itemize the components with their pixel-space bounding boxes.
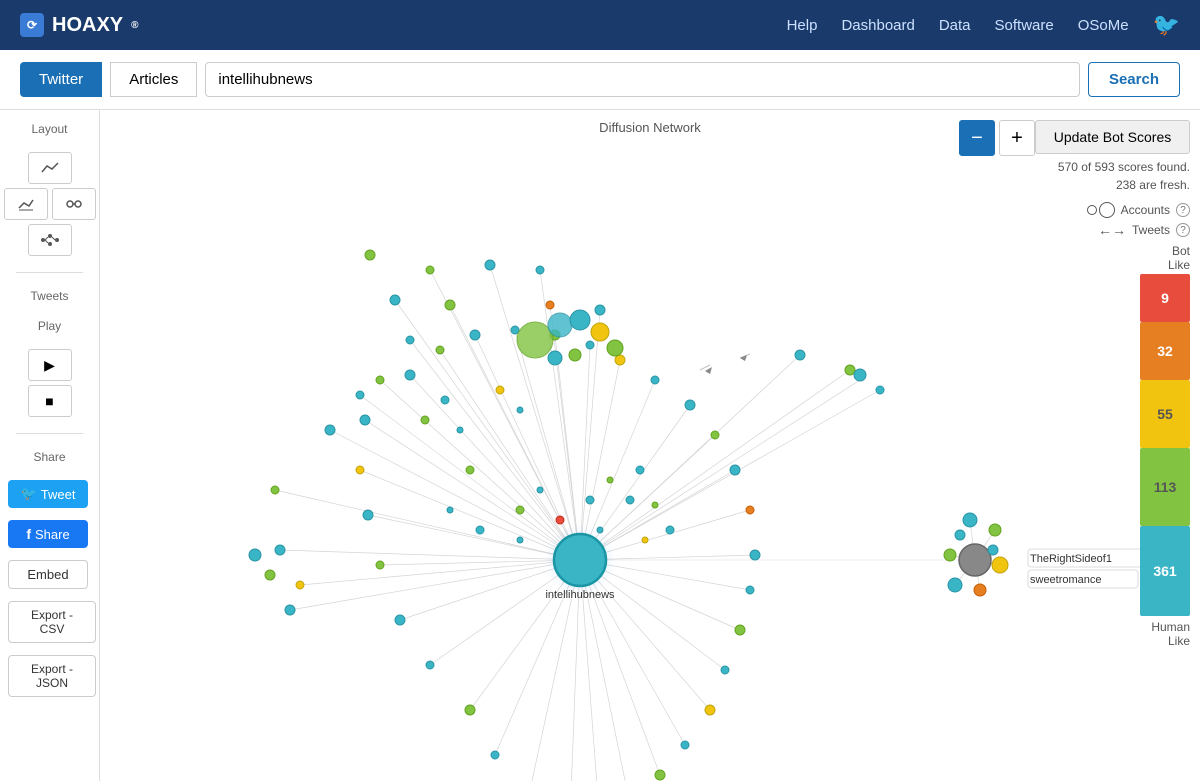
play-button[interactable]: ▶ xyxy=(28,349,72,381)
layout-btn-group xyxy=(8,152,91,256)
search-button[interactable]: Search xyxy=(1088,62,1180,97)
outer-nodes[interactable] xyxy=(271,260,884,781)
update-bot-scores-button[interactable]: Update Bot Scores xyxy=(1035,120,1190,154)
legend-tweets-label: Tweets xyxy=(1132,223,1170,237)
layout-btn-3[interactable] xyxy=(52,188,96,220)
legend-tweets: ←→ Tweets ? xyxy=(1035,222,1190,238)
search-input[interactable]: intellihubnews xyxy=(205,62,1080,97)
stop-button[interactable]: ■ xyxy=(28,385,72,417)
layout-btn-row xyxy=(4,188,96,220)
nav-osome[interactable]: OSoMe xyxy=(1078,17,1129,34)
legend-circle-small xyxy=(1087,205,1097,215)
legend-accounts: Accounts ? xyxy=(1035,202,1190,218)
export-json-button[interactable]: Export - JSON xyxy=(8,655,96,697)
header: ⟳ HOAXY ® Help Dashboard Data Software OS… xyxy=(0,0,1200,50)
layout-btn-4[interactable] xyxy=(28,224,72,256)
sidebar: Layout Tweets Play ▶ ■ Share xyxy=(0,110,100,781)
score-bar-1: 9 xyxy=(1140,274,1190,322)
score-bar-3: 55 xyxy=(1140,380,1190,448)
export-csv-button[interactable]: Export - CSV xyxy=(8,601,96,643)
center-node[interactable] xyxy=(554,534,606,586)
sidebar-divider-1 xyxy=(16,272,82,273)
center-node-label: intellihubnews xyxy=(545,589,615,601)
nav-data[interactable]: Data xyxy=(939,17,971,34)
share-label: Share xyxy=(8,450,91,464)
human-label-bottom: Human Like xyxy=(1035,620,1190,648)
layout-btn-2[interactable] xyxy=(4,188,48,220)
network-edges xyxy=(275,265,1000,781)
legend-accounts-label: Accounts xyxy=(1121,203,1170,217)
score-bars: 9 32 55 113 361 xyxy=(1035,274,1190,616)
score-bar-4: 113 xyxy=(1140,448,1190,526)
tab-articles[interactable]: Articles xyxy=(110,62,197,97)
play-btn-group: ▶ ■ xyxy=(8,349,91,417)
embed-button[interactable]: Embed xyxy=(8,560,88,589)
twitter-bird-icon: 🐦 xyxy=(21,486,37,502)
bot-score-info: 570 of 593 scores found. 238 are fresh. xyxy=(1035,158,1190,194)
logo: ⟳ HOAXY ® xyxy=(20,13,139,37)
tweet-button[interactable]: 🐦 Tweet xyxy=(8,480,88,508)
nav-help[interactable]: Help xyxy=(787,17,818,34)
bot-label-top: Bot Like xyxy=(1035,244,1190,272)
facebook-share-button[interactable]: f Share xyxy=(8,520,88,548)
tweets-help-icon[interactable]: ? xyxy=(1176,223,1190,237)
layout-label: Layout xyxy=(8,122,91,136)
legend-circle-large xyxy=(1099,202,1115,218)
score-bar-2: 32 xyxy=(1140,322,1190,380)
network-title: Diffusion Network xyxy=(599,120,701,135)
twitter-nav-icon[interactable]: 🐦 xyxy=(1153,12,1180,38)
network-area: Diffusion Network − + Update Bot Scores … xyxy=(100,110,1200,781)
play-label: Play xyxy=(8,319,91,333)
zoom-out-button[interactable]: − xyxy=(959,120,995,156)
search-bar: Twitter Articles intellihubnews Search xyxy=(0,50,1200,110)
zoom-controls: − + xyxy=(959,120,1035,156)
logo-sup: ® xyxy=(131,20,138,31)
legend-account-circles xyxy=(1087,202,1115,218)
legend: Accounts ? ←→ Tweets ? xyxy=(1035,202,1190,238)
zoom-in-button[interactable]: + xyxy=(999,120,1035,156)
nav-software[interactable]: Software xyxy=(995,17,1054,34)
main-content: Layout Tweets Play ▶ ■ Share xyxy=(0,110,1200,781)
main-nav: Help Dashboard Data Software OSoMe 🐦 xyxy=(787,12,1180,38)
sidebar-divider-2 xyxy=(16,433,82,434)
tweets-label: Tweets xyxy=(8,289,91,303)
facebook-icon: f xyxy=(26,526,31,542)
layout-btn-1[interactable] xyxy=(28,152,72,184)
tab-twitter[interactable]: Twitter xyxy=(20,62,102,97)
bot-panel: Update Bot Scores 570 of 593 scores foun… xyxy=(1035,120,1190,648)
logo-icon: ⟳ xyxy=(20,13,44,37)
accounts-help-icon[interactable]: ? xyxy=(1176,203,1190,217)
logo-text: HOAXY xyxy=(52,14,123,37)
nav-dashboard[interactable]: Dashboard xyxy=(841,17,914,34)
score-bar-5: 361 xyxy=(1140,526,1190,616)
